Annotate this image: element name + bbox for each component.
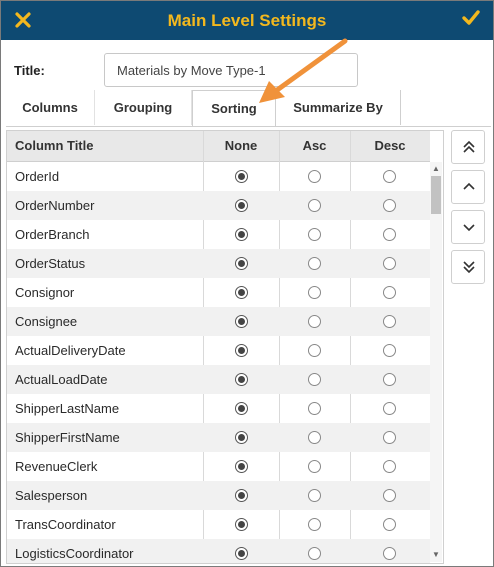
- sort-none-radio[interactable]: [235, 315, 248, 328]
- sort-desc-radio[interactable]: [383, 344, 396, 357]
- table-row: Consignor: [7, 278, 430, 307]
- table-row: TransCoordinator: [7, 510, 430, 539]
- sort-none-radio[interactable]: [235, 170, 248, 183]
- column-title-cell: TransCoordinator: [15, 517, 116, 532]
- move-to-bottom-button[interactable]: [451, 250, 485, 284]
- sort-asc-radio[interactable]: [308, 228, 321, 241]
- title-bar: Main Level Settings: [1, 1, 493, 40]
- sort-none-radio[interactable]: [235, 489, 248, 502]
- sort-asc-radio[interactable]: [308, 547, 321, 560]
- scrollbar-thumb[interactable]: [431, 176, 441, 214]
- vertical-scrollbar[interactable]: ▲ ▼: [430, 162, 442, 562]
- sort-none-radio[interactable]: [235, 344, 248, 357]
- dialog-title: Main Level Settings: [167, 11, 327, 30]
- table-row: OrderNumber: [7, 191, 430, 220]
- desc-header: Desc: [374, 138, 406, 153]
- table-row: OrderStatus: [7, 249, 430, 278]
- column-title-cell: OrderNumber: [15, 198, 95, 213]
- sort-desc-radio[interactable]: [383, 489, 396, 502]
- sort-asc-radio[interactable]: [308, 489, 321, 502]
- column-title-cell: ShipperLastName: [15, 401, 120, 416]
- column-title-cell: Consignor: [15, 285, 75, 300]
- table-row: OrderBranch: [7, 220, 430, 249]
- sort-asc-radio[interactable]: [308, 286, 321, 299]
- none-header: None: [224, 138, 258, 153]
- table-row: ActualDeliveryDate: [7, 336, 430, 365]
- column-title-cell: ActualLoadDate: [15, 372, 108, 387]
- sort-none-radio[interactable]: [235, 547, 248, 560]
- move-down-button[interactable]: [451, 210, 485, 244]
- column-title-cell: ActualDeliveryDate: [15, 343, 126, 358]
- sort-desc-radio[interactable]: [383, 199, 396, 212]
- sort-none-radio[interactable]: [235, 257, 248, 270]
- sort-asc-radio[interactable]: [308, 170, 321, 183]
- table-row: RevenueClerk: [7, 452, 430, 481]
- tab-columns[interactable]: Columns: [6, 90, 95, 125]
- sort-asc-radio[interactable]: [308, 199, 321, 212]
- grid-header: Column Title None Asc Desc: [7, 131, 430, 162]
- sort-asc-radio[interactable]: [308, 257, 321, 270]
- sort-asc-radio[interactable]: [308, 402, 321, 415]
- annotation-arrow: [259, 38, 348, 103]
- double-chevron-up-icon: [463, 140, 475, 153]
- sort-desc-radio[interactable]: [383, 431, 396, 444]
- column-title-cell: OrderId: [15, 169, 60, 184]
- column-title-cell: OrderBranch: [15, 227, 90, 242]
- sort-asc-radio[interactable]: [308, 518, 321, 531]
- tab-grouping[interactable]: Grouping: [95, 90, 192, 125]
- sort-none-radio[interactable]: [235, 199, 248, 212]
- sort-none-radio[interactable]: [235, 373, 248, 386]
- sort-none-radio[interactable]: [235, 460, 248, 473]
- scroll-up-arrow-icon[interactable]: ▲: [431, 164, 441, 174]
- close-icon[interactable]: [11, 7, 35, 33]
- column-title-cell: Salesperson: [15, 488, 88, 503]
- sorting-grid: Column Title None Asc Desc OrderId OrderN…: [6, 130, 444, 564]
- sort-none-radio[interactable]: [235, 228, 248, 241]
- sort-none-radio[interactable]: [235, 518, 248, 531]
- settings-dialog: Main Level Settings Title: Columns Group…: [0, 0, 494, 567]
- sort-asc-radio[interactable]: [308, 344, 321, 357]
- sort-none-radio[interactable]: [235, 431, 248, 444]
- sort-asc-radio[interactable]: [308, 315, 321, 328]
- sort-none-radio[interactable]: [235, 286, 248, 299]
- table-row: ActualLoadDate: [7, 365, 430, 394]
- table-row: LogisticsCoordinator: [7, 539, 430, 563]
- chevron-up-icon: [463, 182, 475, 190]
- sort-desc-radio[interactable]: [383, 547, 396, 560]
- column-title-cell: ShipperFirstName: [15, 430, 120, 445]
- move-to-top-button[interactable]: [451, 130, 485, 164]
- table-row: OrderId: [7, 162, 430, 191]
- double-chevron-down-icon: [463, 261, 475, 274]
- asc-header: Asc: [302, 138, 327, 153]
- sort-desc-radio[interactable]: [383, 460, 396, 473]
- table-row: Consignee: [7, 307, 430, 336]
- column-title-cell: LogisticsCoordinator: [15, 546, 134, 561]
- column-title-cell: Consignee: [15, 314, 78, 329]
- sort-desc-radio[interactable]: [383, 373, 396, 386]
- chevron-down-icon: [463, 224, 475, 232]
- sort-desc-radio[interactable]: [383, 518, 396, 531]
- sort-desc-radio[interactable]: [383, 257, 396, 270]
- sort-desc-radio[interactable]: [383, 315, 396, 328]
- table-row: ShipperLastName: [7, 394, 430, 423]
- sort-none-radio[interactable]: [235, 402, 248, 415]
- tab-divider: [6, 126, 491, 127]
- title-label: Title:: [14, 63, 45, 78]
- sort-desc-radio[interactable]: [383, 170, 396, 183]
- sort-asc-radio[interactable]: [308, 460, 321, 473]
- sort-desc-radio[interactable]: [383, 286, 396, 299]
- column-title-header: Column Title: [15, 138, 94, 153]
- table-row: ShipperFirstName: [7, 423, 430, 452]
- column-title-cell: RevenueClerk: [15, 459, 98, 474]
- sort-desc-radio[interactable]: [383, 402, 396, 415]
- sort-desc-radio[interactable]: [383, 228, 396, 241]
- scroll-down-arrow-icon[interactable]: ▼: [431, 550, 441, 560]
- checkmark-icon[interactable]: [461, 8, 483, 32]
- sort-asc-radio[interactable]: [308, 431, 321, 444]
- move-up-button[interactable]: [451, 170, 485, 204]
- column-title-cell: OrderStatus: [15, 256, 86, 271]
- sort-asc-radio[interactable]: [308, 373, 321, 386]
- table-row: Salesperson: [7, 481, 430, 510]
